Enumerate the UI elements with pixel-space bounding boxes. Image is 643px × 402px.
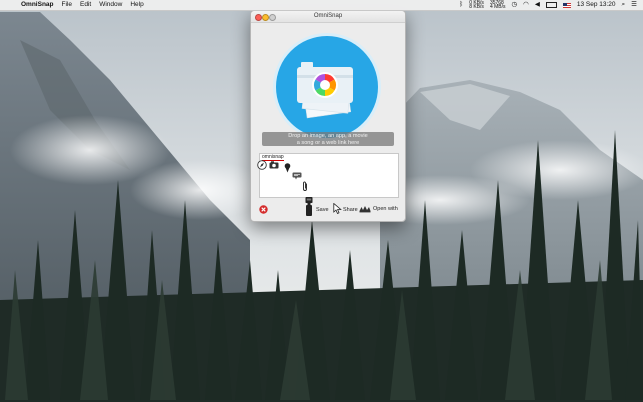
network-monitor-2[interactable]: 35768 4 MB/s (489, 1, 506, 10)
share-button[interactable]: Share (333, 203, 358, 217)
camera-logo-icon (273, 33, 381, 141)
menu-edit[interactable]: Edit (80, 0, 91, 10)
spotlight-icon[interactable]: ⌕ (622, 0, 626, 10)
volume-icon[interactable]: ◀ (535, 0, 540, 10)
network-down: 8 KB/s (469, 4, 484, 10)
omnisnap-logo (271, 31, 383, 143)
battery-icon[interactable] (545, 2, 557, 8)
notification-center-icon[interactable]: ☰ (631, 0, 637, 10)
menu-app-name[interactable]: OmniSnap (21, 0, 54, 10)
input-source-flag-icon[interactable] (562, 2, 571, 8)
safari-compass-icon[interactable] (257, 160, 267, 170)
save-button[interactable]: Save (305, 197, 329, 217)
save-usb-icon (305, 197, 313, 216)
menu-help[interactable]: Help (130, 0, 143, 10)
share-cursor-icon (333, 203, 342, 214)
title-bar[interactable]: OmniSnap (251, 11, 405, 23)
menu-window[interactable]: Window (99, 0, 122, 10)
network2-down: 4 MB/s (489, 4, 506, 10)
open-with-label: Open with (373, 206, 398, 212)
window-title: OmniSnap (313, 13, 343, 19)
remove-icon[interactable] (259, 205, 268, 214)
action-toolbar: Save Share Open with (251, 197, 405, 219)
open-with-button[interactable]: Open with (359, 205, 405, 217)
open-with-icon (359, 206, 371, 213)
desktop: OmniSnap File Edit Window Help ᛒ 0 KB/s … (0, 0, 643, 402)
network-monitor[interactable]: 0 KB/s 8 KB/s (469, 1, 484, 10)
share-label: Share (343, 207, 358, 213)
clock[interactable]: 13 Sep 13:20 (577, 0, 616, 10)
time-machine-icon[interactable]: ◷ (512, 0, 518, 10)
drop-hint-banner: Drop an image, an app, a movie a song or… (262, 132, 394, 146)
bluetooth-icon[interactable]: ᛒ (459, 0, 463, 10)
drop-hint-line2: a song or a web link here (296, 139, 360, 146)
camera-small-icon[interactable] (269, 161, 279, 169)
save-label: Save (316, 207, 329, 213)
drop-zone[interactable]: omnisnap (257, 153, 399, 198)
map-pin-icon[interactable] (284, 163, 291, 173)
menu-bar: OmniSnap File Edit Window Help ᛒ 0 KB/s … (0, 0, 643, 11)
wifi-icon[interactable]: ◠ (523, 0, 529, 10)
paperclip-icon[interactable] (302, 181, 308, 192)
menu-file[interactable]: File (62, 0, 72, 10)
omnisnap-window: OmniSnap Drop an image, an app, a movie … (250, 10, 406, 222)
message-bubble-icon[interactable] (292, 172, 302, 180)
status-area: ᛒ 0 KB/s 8 KB/s 35768 4 MB/s ◷ ◠ ◀ 13 Se… (459, 0, 643, 10)
